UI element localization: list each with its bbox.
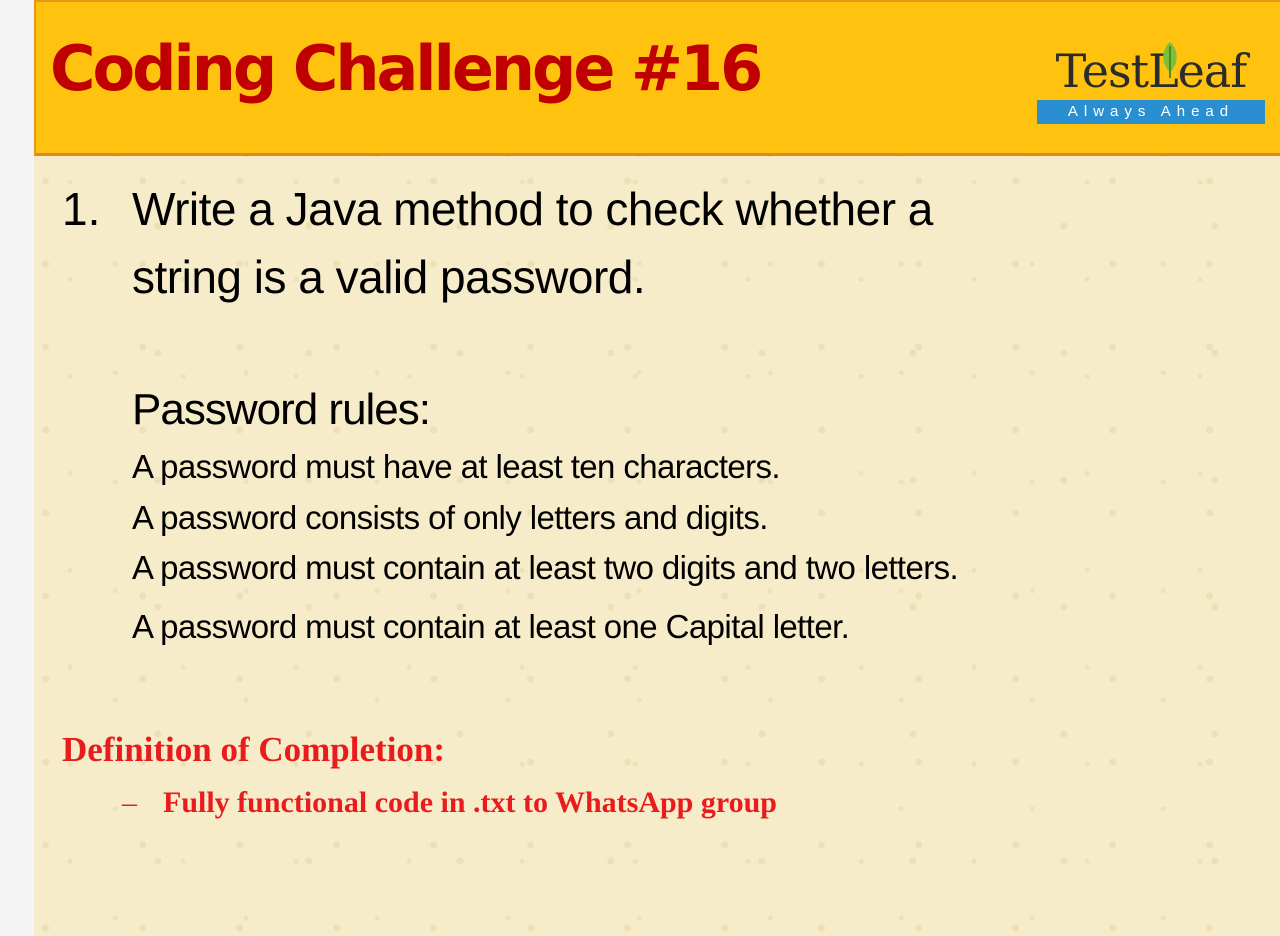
rules-heading: Password rules: <box>132 385 431 434</box>
rule-item: A password consists of only letters and … <box>132 499 768 536</box>
question-number: 1. <box>62 183 101 235</box>
completion-dash: – <box>122 786 137 819</box>
completion-item: Fully functional code in .txt to WhatsAp… <box>163 786 777 819</box>
rule-item: A password must have at least ten charac… <box>132 448 781 485</box>
question-line-1: Write a Java method to check whether a <box>132 183 933 235</box>
completion-heading: Definition of Completion: <box>62 730 446 769</box>
rule-item: A password must contain at least two dig… <box>132 549 959 586</box>
slide: Coding Challenge #16 TestLeaf Always Ahe… <box>34 0 1280 936</box>
slide-body: 1. Write a Java method to check whether … <box>34 0 1280 936</box>
rule-item: A password must contain at least one Cap… <box>132 608 850 645</box>
question-line-2: string is a valid password. <box>132 251 646 303</box>
